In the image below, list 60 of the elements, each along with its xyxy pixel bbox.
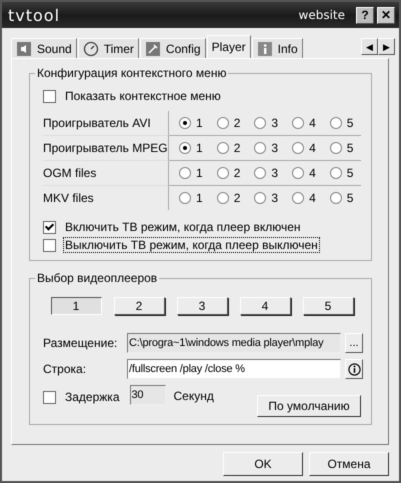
tools-icon — [144, 40, 161, 56]
player-button[interactable]: 4 — [240, 297, 290, 315]
tab[interactable]: Sound — [11, 38, 77, 58]
radio-button[interactable]: 2 — [216, 116, 240, 130]
info-icon — [348, 362, 360, 376]
tab[interactable]: Player — [206, 35, 251, 58]
row-label: OGM files — [43, 161, 169, 186]
close-button[interactable]: ✕ — [377, 6, 395, 24]
radio-button[interactable]: 4 — [292, 191, 316, 205]
command-field[interactable]: /fullscreen /play /close % — [127, 359, 341, 379]
checkbox[interactable]: Включить ТВ режим, когда плеер включен — [43, 218, 303, 236]
browse-button[interactable]: ... — [345, 333, 363, 353]
ok-button[interactable]: OK — [223, 452, 303, 476]
help-button[interactable]: ? — [356, 6, 374, 24]
radio-button[interactable]: 4 — [292, 116, 316, 130]
radio-button[interactable]: 3 — [254, 166, 278, 180]
scroll-right-button[interactable]: ▶ — [378, 38, 395, 55]
radio-button[interactable]: 4 — [292, 166, 316, 180]
radio-button[interactable]: 2 — [216, 141, 240, 155]
radio-button[interactable]: 1 — [179, 191, 203, 205]
radio-button[interactable]: 5 — [330, 166, 354, 180]
player-button[interactable]: 2 — [114, 297, 164, 315]
scroll-left-button[interactable]: ◀ — [361, 38, 378, 55]
website-link[interactable]: website — [298, 8, 345, 22]
radio-button[interactable]: 3 — [254, 191, 278, 205]
default-button[interactable]: По умолчанию — [257, 395, 361, 417]
row-label: Проигрыватель AVI — [43, 111, 169, 136]
radio-button[interactable]: 5 — [330, 141, 354, 155]
checkbox[interactable]: Показать контекстное меню — [43, 87, 223, 105]
radio-button[interactable]: 5 — [330, 191, 354, 205]
unit-label: Секунд — [174, 389, 214, 403]
tab[interactable]: Config — [140, 38, 206, 58]
radio-button[interactable]: 1 — [179, 166, 203, 180]
group-title: Выбор видеоплееров — [35, 271, 160, 285]
radio-button[interactable]: 4 — [292, 141, 316, 155]
tab[interactable]: Timer — [78, 38, 139, 58]
clock-icon — [82, 40, 99, 56]
radio-button[interactable]: 1 — [179, 141, 203, 155]
speaker-icon — [16, 40, 32, 56]
tab[interactable]: Info — [252, 38, 303, 58]
player-button[interactable]: 3 — [176, 297, 228, 315]
radio-button[interactable]: 2 — [216, 166, 240, 180]
info-button[interactable] — [345, 359, 363, 379]
group-title: Конфигурация контекстного меню — [35, 66, 228, 80]
field-label: Строка: — [43, 362, 88, 376]
window-title: tvtool — [8, 6, 60, 24]
location-field[interactable]: C:\progra~1\windows media player\mplay — [127, 333, 341, 353]
checkbox[interactable]: Задержка — [43, 388, 122, 406]
player-button[interactable]: 5 — [302, 297, 354, 315]
radio-button[interactable]: 5 — [330, 116, 354, 130]
radio-button[interactable]: 3 — [254, 116, 278, 130]
player-button[interactable]: 1 — [50, 297, 102, 315]
radio-button[interactable]: 2 — [216, 191, 240, 205]
radio-button[interactable]: 3 — [254, 141, 278, 155]
info-icon — [256, 40, 273, 56]
field-label: Размещение: — [43, 336, 118, 350]
row-label: MKV files — [43, 186, 169, 210]
row-label: Проигрыватель MPEG — [43, 136, 169, 161]
cancel-button[interactable]: Отмена — [309, 452, 389, 476]
radio-button[interactable]: 1 — [179, 116, 203, 130]
